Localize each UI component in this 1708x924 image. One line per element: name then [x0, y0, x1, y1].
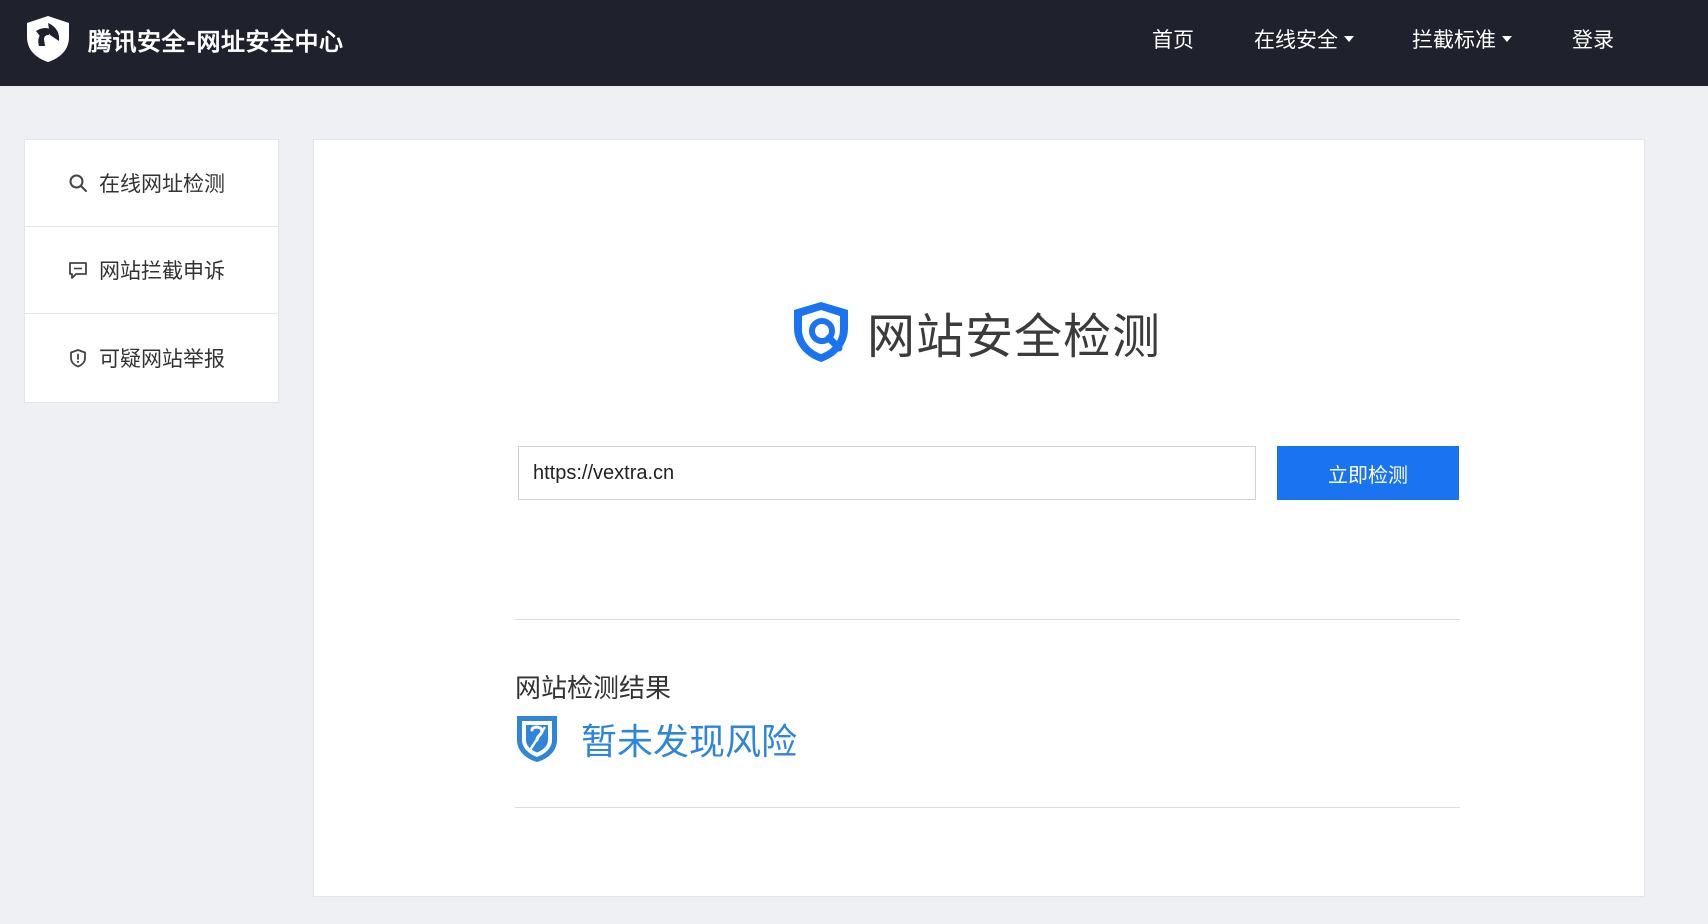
nav-intercept-standard-label: 拦截标准 [1412, 28, 1496, 52]
tencent-security-logo-icon [27, 16, 69, 62]
caret-down-icon [1502, 36, 1512, 42]
detect-button[interactable]: 立即检测 [1277, 446, 1459, 500]
nav-online-security[interactable]: 在线安全 [1254, 24, 1354, 54]
main-panel: 网站安全检测 立即检测 网站检测结果 暂未发现风险 [313, 139, 1645, 897]
sidebar-item-label: 网站拦截申诉 [99, 259, 225, 283]
caret-down-icon [1344, 36, 1354, 42]
shield-unknown-icon [517, 716, 557, 762]
sidebar-item-report[interactable]: 可疑网站举报 [25, 314, 278, 401]
result-heading: 网站检测结果 [515, 674, 672, 704]
nav-home[interactable]: 首页 [1152, 24, 1194, 54]
search-icon [67, 172, 89, 194]
hero-title: 网站安全检测 [867, 309, 1162, 365]
url-input[interactable] [518, 446, 1256, 500]
nav-login-label: 登录 [1572, 28, 1614, 52]
divider [515, 619, 1460, 620]
nav-home-label: 首页 [1152, 28, 1194, 52]
nav-intercept-standard[interactable]: 拦截标准 [1412, 24, 1512, 54]
sidebar-item-label: 在线网址检测 [99, 172, 225, 196]
sidebar: 在线网址检测 网站拦截申诉 可疑网站举报 [24, 139, 279, 403]
divider [515, 807, 1460, 808]
message-icon [67, 259, 89, 281]
sidebar-item-appeal[interactable]: 网站拦截申诉 [25, 227, 278, 314]
brand-title: 腾讯安全-网址安全中心 [88, 27, 344, 56]
nav-online-security-label: 在线安全 [1254, 28, 1338, 52]
top-navbar: 腾讯安全-网址安全中心 首页 在线安全 拦截标准 登录 [0, 0, 1708, 86]
shield-alert-icon [67, 347, 89, 369]
result-status-text: 暂未发现风险 [581, 722, 798, 763]
shield-search-icon [794, 302, 848, 362]
result-status: 暂未发现风险 [515, 713, 797, 765]
hero: 网站安全检测 [787, 297, 1161, 367]
sidebar-item-label: 可疑网站举报 [99, 346, 225, 371]
nav-login[interactable]: 登录 [1572, 24, 1614, 54]
brand[interactable]: 腾讯安全-网址安全中心 [22, 13, 343, 65]
sidebar-item-url-check[interactable]: 在线网址检测 [25, 140, 278, 227]
